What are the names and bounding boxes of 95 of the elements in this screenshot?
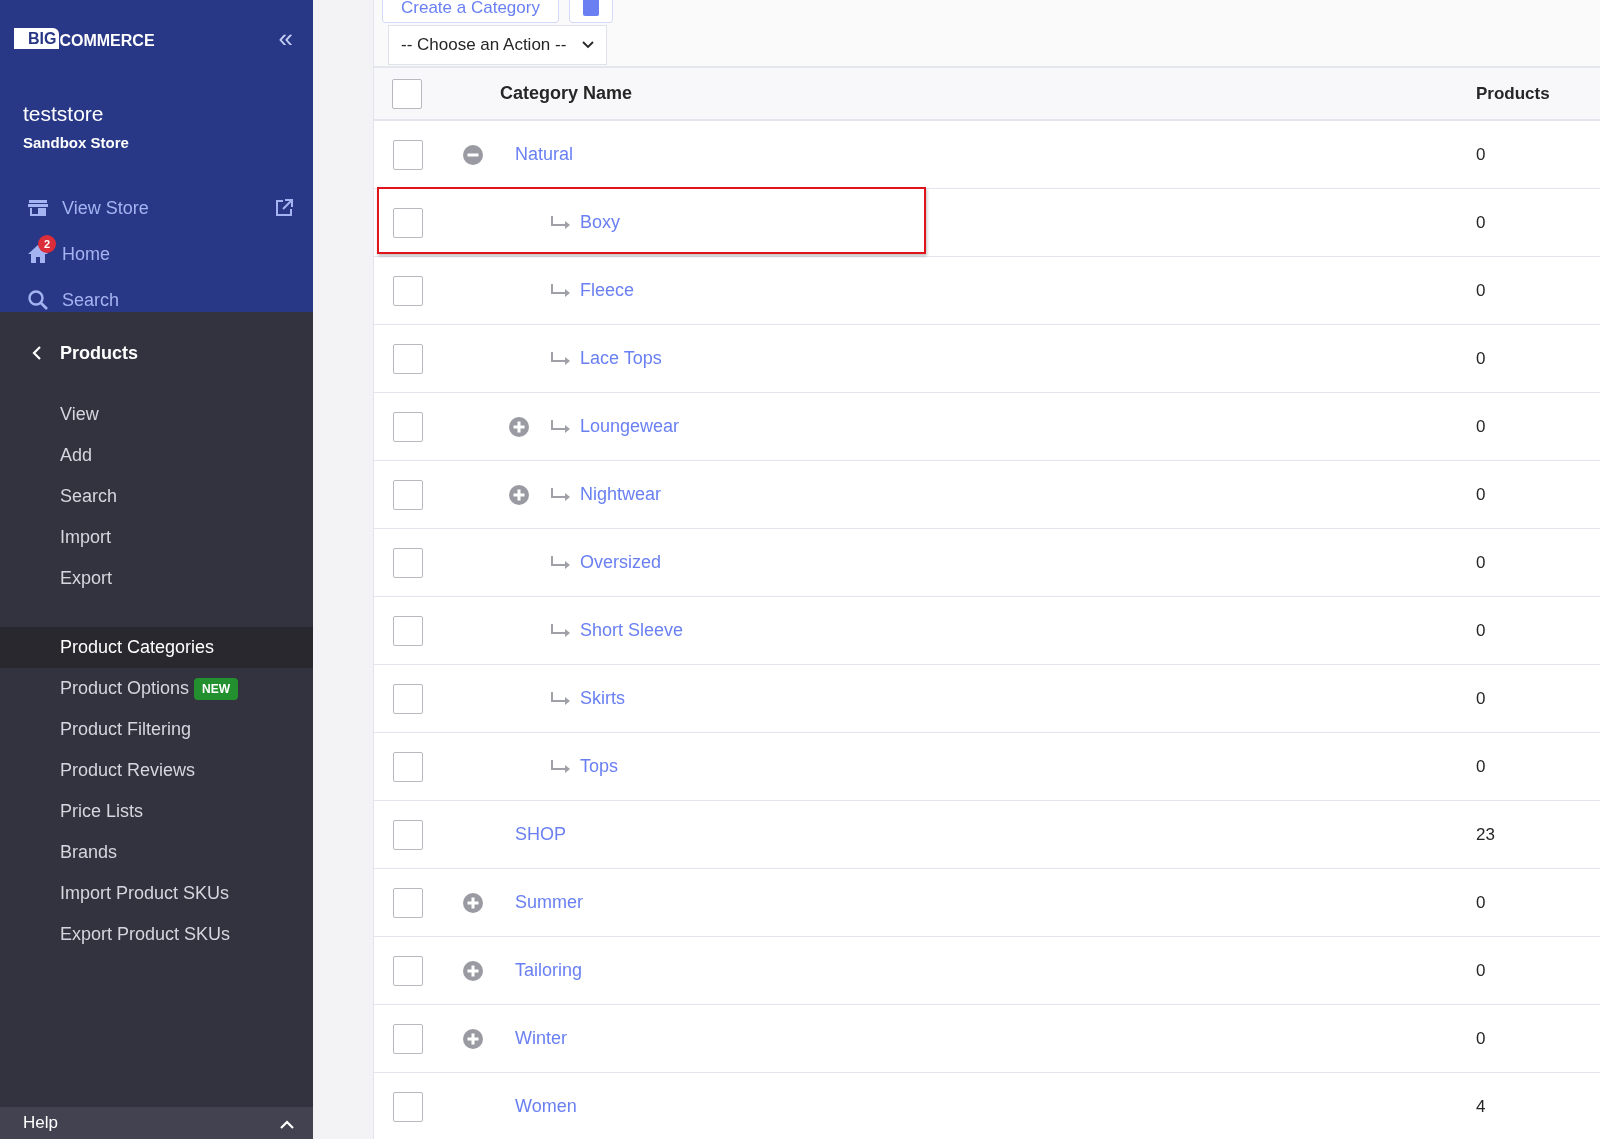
menu-item[interactable]: View bbox=[0, 394, 313, 435]
new-badge: NEW bbox=[194, 677, 239, 700]
menu-item[interactable]: Product Filtering bbox=[0, 709, 313, 750]
category-link[interactable]: Winter bbox=[515, 1028, 567, 1049]
nav-link[interactable]: Home bbox=[62, 243, 110, 265]
menu-item[interactable]: Product Reviews bbox=[0, 750, 313, 791]
row-checkbox[interactable] bbox=[393, 751, 423, 782]
store-type: Sandbox Store bbox=[23, 134, 130, 151]
child-arrow-icon bbox=[550, 622, 572, 639]
menu-item[interactable]: Product Options NEW bbox=[0, 668, 313, 709]
product-count: 0 bbox=[1476, 892, 1487, 913]
row-checkbox[interactable] bbox=[393, 615, 423, 646]
category-link[interactable]: Skirts bbox=[580, 688, 625, 709]
row-checkbox[interactable] bbox=[393, 683, 423, 714]
menu-item[interactable]: Price Lists bbox=[0, 791, 313, 832]
notification-badge: 2 bbox=[38, 235, 56, 253]
category-link[interactable]: SHOP bbox=[515, 824, 566, 845]
child-arrow-icon bbox=[550, 282, 572, 299]
category-link[interactable]: Fleece bbox=[580, 280, 635, 301]
product-count: 0 bbox=[1476, 212, 1487, 233]
section-title: Products bbox=[60, 342, 138, 364]
category-link[interactable]: Nightwear bbox=[580, 484, 662, 505]
row-checkbox[interactable] bbox=[393, 275, 423, 306]
expand-icon[interactable] bbox=[509, 484, 529, 505]
menu-item[interactable]: Brands bbox=[0, 832, 313, 873]
child-arrow-icon bbox=[550, 214, 572, 231]
menu-item[interactable]: Add bbox=[0, 435, 313, 476]
product-count: 0 bbox=[1476, 756, 1487, 777]
row-checkbox[interactable] bbox=[393, 1091, 423, 1122]
product-count: 23 bbox=[1476, 824, 1496, 845]
menu-item[interactable]: Export bbox=[0, 558, 313, 599]
product-count: 0 bbox=[1476, 1028, 1487, 1049]
menu-item[interactable]: Search bbox=[0, 476, 313, 517]
menu-item[interactable]: Export Product SKUs bbox=[0, 914, 313, 955]
nav-link[interactable]: View Store bbox=[62, 197, 149, 219]
product-count: 4 bbox=[1476, 1096, 1487, 1117]
row-checkbox[interactable] bbox=[393, 887, 423, 918]
row-checkbox[interactable] bbox=[393, 411, 423, 442]
child-arrow-icon bbox=[550, 554, 572, 571]
product-count: 0 bbox=[1476, 144, 1487, 165]
child-arrow-icon bbox=[550, 418, 572, 435]
delete-button[interactable] bbox=[568, 0, 613, 23]
row-checkbox[interactable] bbox=[393, 547, 423, 578]
row-checkbox[interactable] bbox=[393, 819, 423, 850]
category-link[interactable]: Boxy bbox=[580, 212, 621, 233]
row-checkbox[interactable] bbox=[393, 139, 423, 170]
product-count: 0 bbox=[1476, 416, 1487, 437]
expand-icon[interactable] bbox=[509, 416, 529, 437]
create-category-button[interactable]: Create a Category bbox=[382, 0, 559, 23]
product-count: 0 bbox=[1476, 280, 1487, 301]
child-arrow-icon bbox=[550, 486, 572, 503]
search-icon bbox=[26, 288, 50, 312]
column-header[interactable]: Category Name bbox=[500, 83, 633, 104]
child-arrow-icon bbox=[550, 350, 572, 367]
row-checkbox[interactable] bbox=[393, 479, 423, 510]
caret-icon bbox=[582, 41, 594, 49]
store-logo: BIG COMMERCE bbox=[14, 27, 155, 49]
help-menu[interactable]: Help bbox=[23, 1113, 58, 1133]
nav-link[interactable]: Search bbox=[62, 289, 120, 311]
caret-up-icon[interactable] bbox=[279, 1119, 295, 1129]
category-link[interactable]: Lace Tops bbox=[580, 348, 662, 369]
back-chevron-icon[interactable] bbox=[30, 346, 44, 360]
category-link[interactable]: Oversized bbox=[580, 552, 662, 573]
collapse-icon[interactable] bbox=[463, 144, 483, 165]
row-checkbox[interactable] bbox=[393, 955, 423, 986]
category-link[interactable]: Short Sleeve bbox=[580, 620, 684, 641]
child-arrow-icon bbox=[550, 758, 572, 775]
collapse-sidebar-button[interactable]: « bbox=[278, 25, 293, 51]
child-arrow-icon bbox=[550, 690, 572, 707]
menu-item[interactable]: Import bbox=[0, 517, 313, 558]
menu-item[interactable]: Import Product SKUs bbox=[0, 873, 313, 914]
category-link[interactable]: Women bbox=[515, 1096, 577, 1117]
store-name: teststore bbox=[23, 102, 105, 126]
product-count: 0 bbox=[1476, 960, 1487, 981]
category-link[interactable]: Natural bbox=[515, 144, 574, 165]
row-checkbox[interactable] bbox=[393, 207, 423, 238]
category-link[interactable]: Tailoring bbox=[515, 960, 583, 981]
product-count: 0 bbox=[1476, 620, 1487, 641]
row-checkbox[interactable] bbox=[393, 1023, 423, 1054]
expand-icon[interactable] bbox=[463, 960, 483, 981]
product-count: 0 bbox=[1476, 348, 1487, 369]
category-link[interactable]: Summer bbox=[515, 892, 583, 913]
category-link[interactable]: Tops bbox=[580, 756, 619, 777]
menu-item[interactable]: Product Categories bbox=[0, 627, 313, 668]
product-count: 0 bbox=[1476, 484, 1487, 505]
row-checkbox[interactable] bbox=[393, 343, 423, 374]
product-count: 0 bbox=[1476, 552, 1487, 573]
category-link[interactable]: Loungewear bbox=[580, 416, 680, 437]
select-all-checkbox[interactable] bbox=[392, 78, 422, 109]
column-header[interactable]: Products bbox=[1476, 83, 1600, 104]
expand-icon[interactable] bbox=[463, 1028, 483, 1049]
action-select[interactable]: -- Choose an Action -- bbox=[388, 25, 607, 65]
product-count: 0 bbox=[1476, 688, 1487, 709]
expand-icon[interactable] bbox=[463, 892, 483, 913]
external-link-icon[interactable] bbox=[275, 199, 293, 217]
